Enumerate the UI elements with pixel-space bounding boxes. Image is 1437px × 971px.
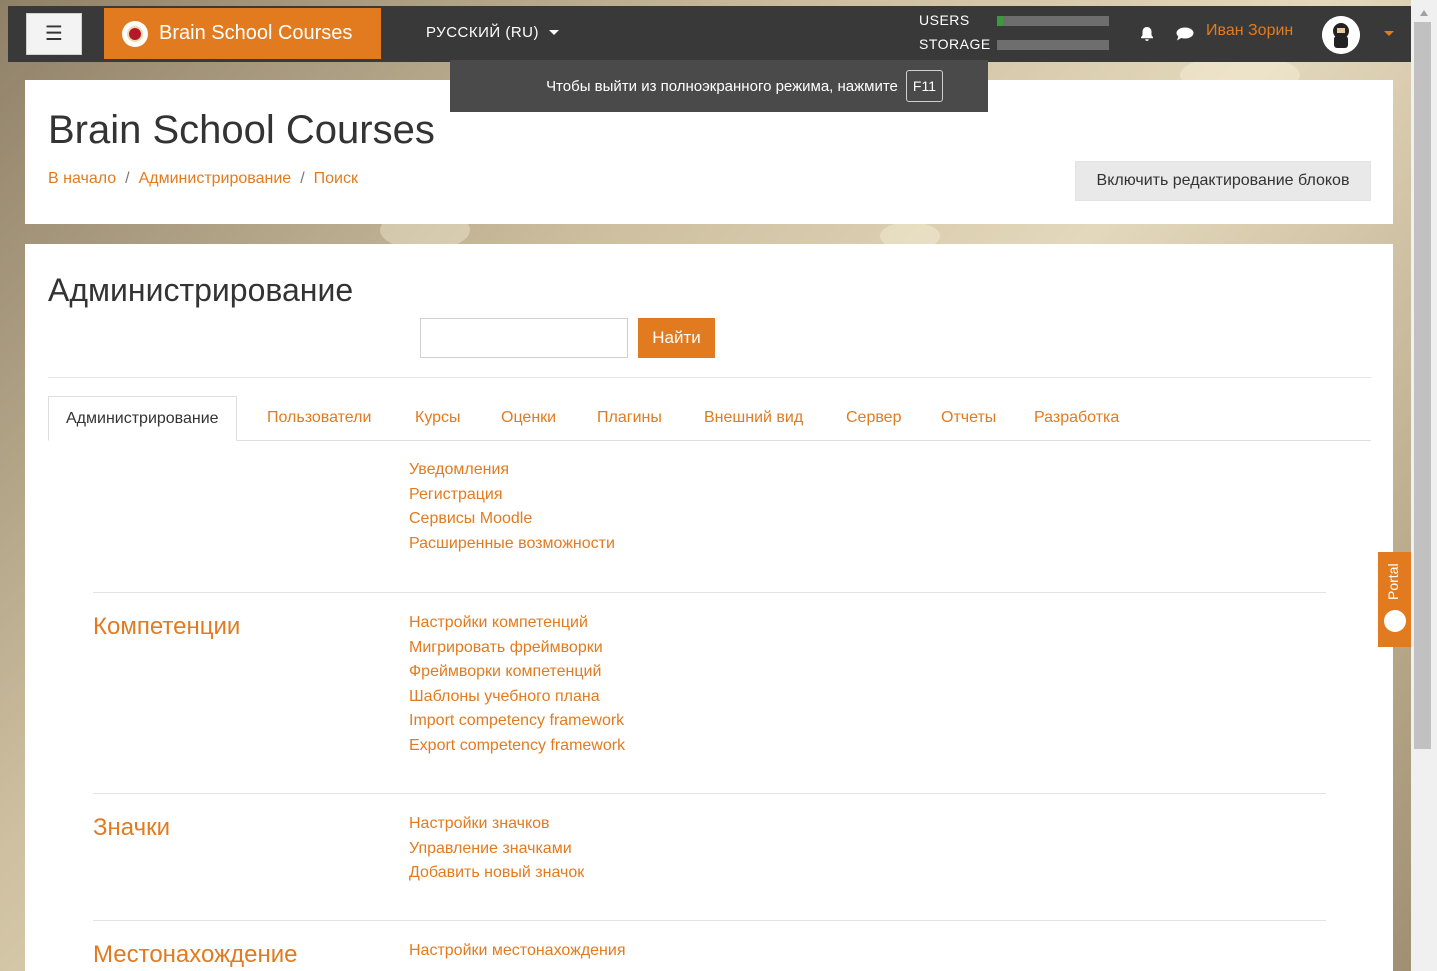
breadcrumb-search-link[interactable]: Поиск — [314, 170, 358, 187]
tab-grades[interactable]: Оценки — [501, 396, 556, 440]
quota-users-bar — [997, 16, 1109, 26]
site-brand-link[interactable]: Brain School Courses — [104, 8, 381, 59]
top-navbar: ☰ Brain School Courses РУССКИЙ (RU) USER… — [8, 6, 1411, 62]
settings-section-location: Местонахождение Настройки местонахождени… — [93, 920, 1326, 971]
link-add-badge[interactable]: Добавить новый значок — [409, 861, 584, 886]
section-links: Настройки компетенций Мигрировать фреймв… — [409, 611, 625, 758]
admin-tabs: Администрирование Пользователи Курсы Оце… — [48, 396, 1371, 441]
tab-courses[interactable]: Курсы — [415, 396, 461, 440]
quota-widget: USERS STORAGE — [919, 10, 1109, 58]
chat-bubble-icon[interactable] — [1176, 27, 1194, 41]
user-avatar[interactable] — [1322, 16, 1360, 54]
tab-users[interactable]: Пользователи — [267, 396, 371, 440]
portal-side-tab[interactable]: Portal — [1378, 552, 1411, 647]
section-title-location[interactable]: Местонахождение — [93, 941, 298, 969]
page-title: Brain School Courses — [48, 108, 435, 152]
site-brand-name: Brain School Courses — [159, 22, 353, 44]
link-migrate-frameworks[interactable]: Мигрировать фреймворки — [409, 636, 625, 661]
chevron-down-icon — [549, 30, 559, 35]
section-links: Настройки местонахождения — [409, 939, 626, 964]
link-registration[interactable]: Регистрация — [409, 483, 615, 508]
site-logo — [122, 20, 148, 47]
link-moodle-services[interactable]: Сервисы Moodle — [409, 507, 615, 532]
tab-reports[interactable]: Отчеты — [941, 396, 996, 440]
quota-users-label: USERS — [919, 12, 970, 28]
link-learning-plan-templates[interactable]: Шаблоны учебного плана — [409, 685, 625, 710]
settings-section-competencies: Компетенции Настройки компетенций Мигрир… — [93, 592, 1326, 793]
settings-section-badges: Значки Настройки значков Управление знач… — [93, 793, 1326, 920]
fullscreen-key-hint: F11 — [905, 70, 943, 102]
breadcrumb: В начало / Администрирование / Поиск — [48, 170, 358, 187]
user-menu-name[interactable]: Иван Зорин — [1206, 22, 1293, 40]
link-export-competency-framework[interactable]: Export competency framework — [409, 734, 625, 759]
section-links: Уведомления Регистрация Сервисы Moodle Р… — [409, 458, 615, 556]
main-content: Администрирование Найти Администрировани… — [25, 244, 1393, 971]
portal-label: Portal — [1385, 563, 1401, 600]
settings-section-general: Уведомления Регистрация Сервисы Moodle Р… — [93, 458, 1326, 578]
section-heading: Администрирование — [48, 272, 354, 308]
toggle-block-editing-button[interactable]: Включить редактирование блоков — [1075, 161, 1371, 201]
fullscreen-notice-text: Чтобы выйти из полноэкранного режима, на… — [546, 77, 898, 95]
search-button[interactable]: Найти — [638, 318, 715, 358]
admin-search-input[interactable] — [420, 318, 628, 358]
link-competency-frameworks[interactable]: Фреймворки компетенций — [409, 660, 625, 685]
scroll-up-arrow-icon[interactable] — [1420, 10, 1428, 16]
quota-storage-label: STORAGE — [919, 36, 991, 52]
bell-icon[interactable] — [1139, 26, 1155, 42]
section-title-competencies[interactable]: Компетенции — [93, 613, 240, 641]
tab-development[interactable]: Разработка — [1034, 396, 1119, 440]
nav-drawer-toggle[interactable]: ☰ — [26, 13, 82, 55]
link-badge-settings[interactable]: Настройки значков — [409, 812, 584, 837]
divider — [48, 377, 1371, 378]
user-menu-chevron-icon[interactable] — [1384, 31, 1394, 36]
tab-administration[interactable]: Администрирование — [48, 396, 237, 441]
link-location-settings[interactable]: Настройки местонахождения — [409, 939, 626, 964]
quota-users-fill — [997, 16, 1003, 26]
link-advanced-features[interactable]: Расширенные возможности — [409, 532, 615, 557]
fullscreen-notice: Чтобы выйти из полноэкранного режима, на… — [450, 60, 988, 112]
link-competency-settings[interactable]: Настройки компетенций — [409, 611, 625, 636]
hamburger-icon: ☰ — [45, 23, 63, 45]
breadcrumb-home-link[interactable]: В начало — [48, 170, 116, 187]
tab-plugins[interactable]: Плагины — [597, 396, 662, 440]
portal-icon — [1384, 610, 1406, 632]
tab-appearance[interactable]: Внешний вид — [704, 396, 803, 440]
tab-server[interactable]: Сервер — [846, 396, 901, 440]
language-label: РУССКИЙ (RU) — [426, 24, 539, 41]
link-manage-badges[interactable]: Управление значками — [409, 837, 584, 862]
quota-storage-bar — [997, 40, 1109, 50]
language-menu[interactable]: РУССКИЙ (RU) — [426, 24, 559, 41]
breadcrumb-admin-link[interactable]: Администрирование — [139, 170, 292, 187]
link-notifications[interactable]: Уведомления — [409, 458, 615, 483]
section-title-badges[interactable]: Значки — [93, 814, 170, 842]
scrollbar-thumb[interactable] — [1414, 22, 1431, 749]
link-import-competency-framework[interactable]: Import competency framework — [409, 709, 625, 734]
section-links: Настройки значков Управление значками До… — [409, 812, 584, 886]
page-scrollbar[interactable] — [1411, 0, 1437, 971]
